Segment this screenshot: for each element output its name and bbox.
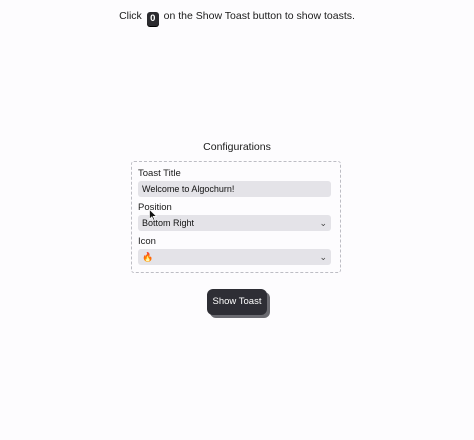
fire-icon: 🔥 xyxy=(142,252,154,262)
show-toast-button[interactable]: Show Toast xyxy=(207,289,267,315)
instruction-prefix: Click xyxy=(119,10,142,22)
icon-label: Icon xyxy=(138,236,156,247)
chevron-down-icon: ⌄ xyxy=(319,252,327,262)
position-select[interactable]: Bottom Right ⌄ xyxy=(138,215,331,231)
key-badge: 0 xyxy=(146,12,159,26)
icon-select[interactable]: 🔥 ⌄ xyxy=(138,249,331,265)
toast-title-value: Welcome to Algochurn! xyxy=(142,184,235,194)
configurations-title: Configurations xyxy=(203,141,271,153)
toast-title-input[interactable]: Welcome to Algochurn! xyxy=(138,181,331,197)
toast-title-label: Toast Title xyxy=(138,168,181,179)
mouse-cursor-icon xyxy=(149,209,157,221)
chevron-down-icon: ⌄ xyxy=(319,218,327,228)
configuration-panel: Toast Title Welcome to Algochurn! Positi… xyxy=(131,161,341,273)
instruction-suffix: on the Show Toast button to show toasts. xyxy=(163,10,355,22)
instruction-text: Click 0 on the Show Toast button to show… xyxy=(0,8,474,26)
